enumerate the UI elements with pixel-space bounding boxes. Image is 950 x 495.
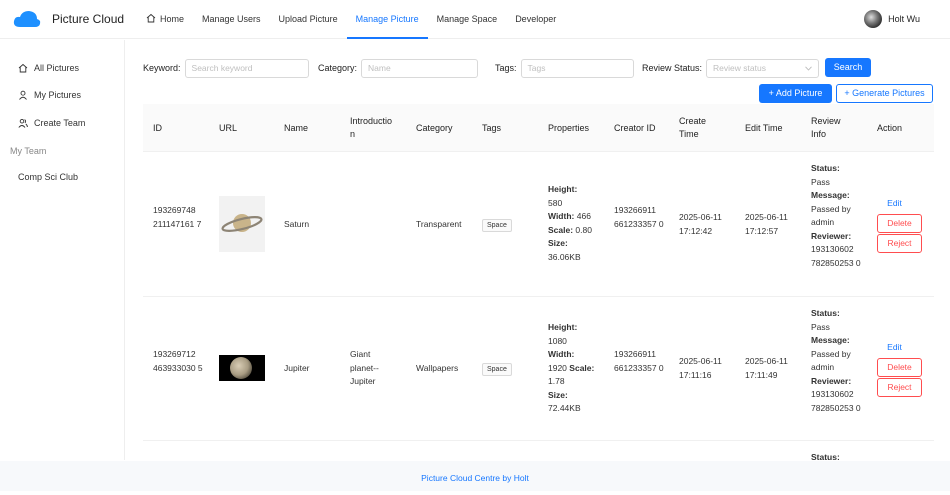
picture-thumbnail[interactable]: [219, 196, 265, 252]
table-row: Status:: [143, 441, 934, 462]
edit-time: 2025-06-11 17:11:49: [745, 356, 788, 380]
review-status-select[interactable]: Review status: [706, 58, 820, 78]
tags-input[interactable]: Tags: [520, 58, 634, 78]
jupiter-image: [230, 357, 252, 379]
col-tags: Tags: [482, 123, 502, 133]
tags-filter: Tags: Tags: [495, 58, 634, 78]
picture-introduction: Giant planet-- Jupiter: [350, 349, 379, 386]
add-picture-button[interactable]: + Add Picture: [759, 84, 832, 103]
top-header: Picture Cloud Home Manage Users Upload P…: [0, 0, 950, 39]
col-edit-time: Edit Time: [745, 123, 783, 133]
col-name: Name: [284, 123, 309, 133]
avatar[interactable]: [864, 10, 883, 28]
nav-upload-picture[interactable]: Upload Picture: [270, 0, 347, 39]
saturn-image: [221, 214, 263, 232]
reject-button[interactable]: Reject: [877, 378, 922, 397]
home-icon: [18, 63, 28, 73]
picture-id: 193269748 211147161 7: [153, 205, 202, 229]
tag-badge: Space: [482, 219, 512, 232]
delete-button[interactable]: Delete: [877, 214, 922, 233]
keyword-filter: Keyword: Search keyword: [143, 58, 309, 78]
sidebar-item-all-pictures[interactable]: All Pictures: [18, 63, 79, 73]
col-id: ID: [153, 123, 162, 133]
user-icon: [19, 90, 27, 100]
nav-manage-users[interactable]: Manage Users: [193, 0, 270, 39]
picture-category: Wallpapers: [416, 363, 459, 373]
table-row: 193269748 211147161 7 Saturn Transparent…: [143, 152, 934, 297]
review-info: Status: Pass Message: Passed by admin Revi…: [811, 308, 861, 413]
user-name[interactable]: Holt Wu: [888, 14, 920, 24]
edit-time: 2025-06-11 17:12:57: [745, 212, 788, 236]
table-header: ID URL Name Introductio n Category Tags …: [143, 104, 934, 152]
review-status-placeholder: Review status: [713, 62, 766, 73]
footer[interactable]: Picture Cloud Centre by Holt: [0, 461, 950, 491]
reject-button[interactable]: Reject: [877, 234, 922, 253]
col-properties: Properties: [548, 123, 590, 133]
col-creator-id: Creator ID: [614, 123, 656, 133]
user-menu[interactable]: Holt Wu: [864, 10, 920, 28]
keyword-label: Keyword:: [143, 63, 181, 73]
edit-button[interactable]: Edit: [872, 339, 917, 358]
picture-category: Transparent: [416, 219, 462, 229]
tag-badge: Space: [482, 363, 512, 376]
picture-name: Saturn: [284, 219, 310, 229]
tags-label: Tags:: [495, 63, 517, 73]
picture-id: 193269712 463933030 5: [153, 349, 203, 373]
picture-name: Jupiter: [284, 363, 310, 373]
sidebar-item-team[interactable]: Comp Sci Club: [18, 172, 78, 182]
col-url: URL: [219, 123, 238, 133]
nav-manage-picture[interactable]: Manage Picture: [346, 0, 428, 39]
col-category: Category: [416, 123, 453, 133]
creator-id: 193266911 661233357 0: [614, 349, 664, 373]
col-introduction: Introductio n: [350, 116, 393, 139]
sidebar-group-label: My Team: [10, 146, 47, 156]
generate-pictures-button[interactable]: + Generate Pictures: [836, 84, 933, 103]
review-label: Review Status:: [642, 63, 703, 73]
keyword-input[interactable]: Search keyword: [184, 58, 309, 78]
nav-home[interactable]: Home: [137, 0, 193, 39]
review-info: Status: Pass Message: Passed by admin Revi…: [811, 163, 861, 268]
home-icon: [146, 13, 156, 23]
cloud-logo-icon: [13, 11, 41, 27]
picture-thumbnail[interactable]: [219, 355, 265, 381]
edit-button[interactable]: Edit: [872, 195, 917, 214]
picture-tag: Space: [482, 362, 512, 376]
sidebar-item-my-pictures[interactable]: My Pictures: [18, 90, 81, 100]
chevron-down-icon: [805, 65, 812, 71]
nav-manage-space[interactable]: Manage Space: [428, 0, 507, 39]
main-nav: Home Manage Users Upload Picture Manage …: [137, 0, 565, 39]
picture-properties: Height: 580 Width: 466 Scale: 0.80 Size: 3…: [548, 184, 592, 262]
review-filter: Review Status: Review status: [642, 58, 820, 78]
category-label: Category:: [318, 63, 358, 73]
category-filter: Category: Name: [318, 58, 479, 78]
create-time: 2025-06-11 17:11:16: [679, 356, 722, 380]
col-review-info: Review Info: [811, 116, 841, 139]
picture-tag: Space: [482, 218, 512, 232]
brand-name[interactable]: Picture Cloud: [52, 12, 124, 26]
sidebar-item-create-team[interactable]: Create Team: [18, 118, 85, 128]
table-row: 193269712 463933030 5 Jupiter Giant plan…: [143, 297, 934, 441]
picture-properties: Height: 1080 Width: 1920 Scale: 1.78 Size:…: [548, 322, 595, 413]
create-time: 2025-06-11 17:12:42: [679, 212, 722, 236]
nav-developer[interactable]: Developer: [506, 0, 565, 39]
col-action: Action: [877, 123, 903, 133]
creator-id: 193266911 661233357 0: [614, 205, 664, 229]
search-button[interactable]: Search: [825, 58, 871, 77]
category-input[interactable]: Name: [361, 58, 479, 78]
delete-button[interactable]: Delete: [877, 358, 922, 377]
sidebar: All Pictures My Pictures Create Team My …: [0, 40, 125, 460]
col-create-time: Create Time: [679, 116, 707, 139]
team-icon: [18, 118, 28, 128]
